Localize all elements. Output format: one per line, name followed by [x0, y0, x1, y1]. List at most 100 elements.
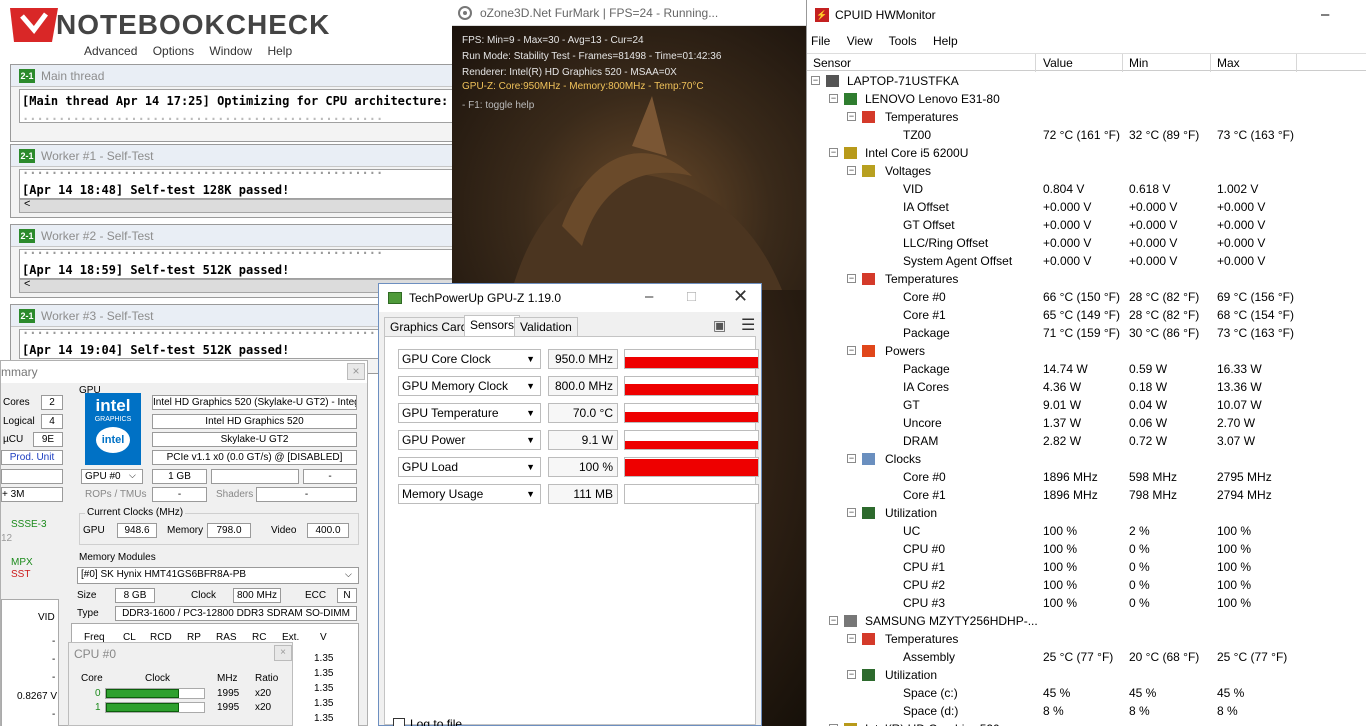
collapse-toggle-icon[interactable]: − [847, 166, 856, 175]
chevron-down-icon[interactable]: ▼ [526, 377, 535, 395]
collapse-toggle-icon[interactable]: − [847, 346, 856, 355]
sensor-row[interactable]: Package 71 °C (159 °F) 30 °C (86 °F) 73 °C … [807, 324, 1366, 342]
collapse-toggle-icon[interactable]: − [847, 634, 856, 643]
column-divider[interactable] [1210, 54, 1211, 72]
sensor-row[interactable]: LLC/Ring Offset +0.000 V +0.000 V +0.000 V [807, 234, 1366, 252]
tab-graphics-card[interactable]: Graphics Card [384, 317, 474, 337]
chevron-down-icon[interactable]: ▼ [526, 350, 535, 368]
cpu0-window[interactable]: CPU #0 × Core Clock MHz Ratio 0 1995 x20… [68, 642, 293, 726]
minimize-icon[interactable]: – [1321, 6, 1329, 23]
sensor-row[interactable]: IA Cores 4.36 W 0.18 W 13.36 W [807, 378, 1366, 396]
sensor-row[interactable]: Core #1 65 °C (149 °F) 28 °C (82 °F) 68 °C … [807, 306, 1366, 324]
sensor-row[interactable]: IA Offset +0.000 V +0.000 V +0.000 V [807, 198, 1366, 216]
sensor-row[interactable]: Uncore 1.37 W 0.06 W 2.70 W [807, 414, 1366, 432]
sensor-name-dropdown[interactable]: GPU Core Clock ▼ [398, 349, 541, 369]
chevron-down-icon[interactable]: ▼ [526, 404, 535, 422]
sensor-row[interactable]: Core #0 66 °C (150 °F) 28 °C (82 °F) 69 °C … [807, 288, 1366, 306]
hamburger-menu-icon[interactable]: ☰ [741, 315, 755, 335]
sensor-row[interactable]: Package 14.74 W 0.59 W 16.33 W [807, 360, 1366, 378]
sensor-row[interactable]: UC 100 % 2 % 100 % [807, 522, 1366, 540]
column-divider[interactable] [1122, 54, 1123, 72]
worker2-titlebar[interactable]: 2-1 Worker #2 - Self-Test [11, 225, 454, 247]
tree-node-row[interactable]: − Utilization [807, 504, 1366, 522]
chevron-down-icon[interactable]: ▼ [526, 431, 535, 449]
furmark-titlebar[interactable]: oZone3D.Net FurMark | FPS=24 - Running..… [452, 0, 806, 26]
sensor-name-dropdown[interactable]: Memory Usage ▼ [398, 484, 541, 504]
scroll-left-icon[interactable]: < [24, 278, 30, 290]
tree-node-row[interactable]: − Clocks [807, 450, 1366, 468]
sensor-row[interactable]: Core #1 1896 MHz 798 MHz 2794 MHz [807, 486, 1366, 504]
tree-node-row[interactable]: −Intel(R) HD Graphics 520 [807, 720, 1366, 726]
maximize-icon[interactable]: □ [687, 288, 696, 305]
column-value[interactable]: Value [1043, 56, 1073, 70]
sensor-row[interactable]: TZ00 72 °C (161 °F) 32 °C (89 °F) 73 °C (16… [807, 126, 1366, 144]
furmark-window[interactable]: oZone3D.Net FurMark | FPS=24 - Running..… [452, 0, 806, 290]
sensor-row[interactable]: CPU #0 100 % 0 % 100 % [807, 540, 1366, 558]
sensor-name-dropdown[interactable]: GPU Load ▼ [398, 457, 541, 477]
gpuz-titlebar[interactable]: TechPowerUp GPU-Z 1.19.0 – □ ✕ [379, 284, 761, 312]
collapse-toggle-icon[interactable]: − [847, 274, 856, 283]
prod-unit-button[interactable]: Prod. Unit [1, 450, 63, 465]
tree-node-row[interactable]: − Voltages [807, 162, 1366, 180]
module-select-dropdown[interactable]: [#0] SK Hynix HMT41GS6BFR8A-PB [77, 567, 359, 584]
tab-sensors[interactable]: Sensors [464, 315, 521, 337]
column-min[interactable]: Min [1129, 56, 1148, 70]
summary-titlebar[interactable]: mmary × [1, 361, 367, 383]
sensor-row[interactable]: System Agent Offset +0.000 V +0.000 V +0.00… [807, 252, 1366, 270]
menu-advanced[interactable]: Advanced [84, 44, 137, 58]
menu-window[interactable]: Window [209, 44, 252, 58]
tree-node-row[interactable]: − Temperatures [807, 630, 1366, 648]
menu-file[interactable]: File [811, 34, 830, 48]
sensor-row[interactable]: CPU #2 100 % 0 % 100 % [807, 576, 1366, 594]
collapse-toggle-icon[interactable]: − [829, 94, 838, 103]
worker1-log[interactable]: ........................................… [19, 169, 454, 199]
sensor-row[interactable]: Space (c:) 45 % 45 % 45 % [807, 684, 1366, 702]
collapse-toggle-icon[interactable]: − [811, 76, 820, 85]
column-divider[interactable] [1035, 54, 1036, 72]
sensor-row[interactable]: GT 9.01 W 0.04 W 10.07 W [807, 396, 1366, 414]
menu-tools[interactable]: Tools [889, 34, 917, 48]
tree-node-row[interactable]: − Intel Core i5 6200U [807, 144, 1366, 162]
chevron-down-icon[interactable]: ▼ [526, 485, 535, 503]
main-thread-titlebar[interactable]: 2-1 Main thread [11, 65, 454, 87]
collapse-toggle-icon[interactable]: − [847, 112, 856, 121]
collapse-toggle-icon[interactable]: − [847, 454, 856, 463]
sensor-row[interactable]: CPU #3 100 % 0 % 100 % [807, 594, 1366, 612]
collapse-toggle-icon[interactable]: − [847, 508, 856, 517]
menu-help[interactable]: Help [267, 44, 292, 58]
column-max[interactable]: Max [1217, 56, 1240, 70]
tree-node-row[interactable]: − Temperatures [807, 270, 1366, 288]
menu-view[interactable]: View [847, 34, 873, 48]
hwmonitor-titlebar[interactable]: ⚡ CPUID HWMonitor – [807, 0, 1366, 30]
close-icon[interactable]: ✕ [733, 286, 748, 307]
tree-node-row[interactable]: − LENOVO Lenovo E31-80 [807, 90, 1366, 108]
worker1-titlebar[interactable]: 2-1 Worker #1 - Self-Test [11, 145, 454, 167]
sensor-row[interactable]: Space (d:) 8 % 8 % 8 % [807, 702, 1366, 720]
menu-options[interactable]: Options [153, 44, 194, 58]
tree-node-row[interactable]: − LAPTOP-71USTFKA [807, 72, 1366, 90]
sensor-name-dropdown[interactable]: GPU Power ▼ [398, 430, 541, 450]
collapse-toggle-icon[interactable]: − [847, 670, 856, 679]
sensor-row[interactable]: Core #0 1896 MHz 598 MHz 2795 MHz [807, 468, 1366, 486]
gpuz-window[interactable]: TechPowerUp GPU-Z 1.19.0 – □ ✕ Graphics … [378, 283, 762, 726]
menu-help[interactable]: Help [933, 34, 958, 48]
collapse-toggle-icon[interactable]: − [829, 148, 838, 157]
sensor-name-dropdown[interactable]: GPU Temperature ▼ [398, 403, 541, 423]
chevron-down-icon[interactable]: ⌵ [129, 470, 136, 481]
sensor-row[interactable]: DRAM 2.82 W 0.72 W 3.07 W [807, 432, 1366, 450]
sensor-row[interactable]: CPU #1 100 % 0 % 100 % [807, 558, 1366, 576]
close-icon[interactable]: × [274, 645, 292, 661]
main-thread-window[interactable]: 2-1 Main thread [Main thread Apr 14 17:25… [10, 64, 455, 142]
log-to-file-checkbox[interactable] [393, 718, 405, 726]
sensor-row[interactable]: Assembly 25 °C (77 °F) 20 °C (68 °F) 25 °C … [807, 648, 1366, 666]
scroll-left-icon[interactable]: < [24, 198, 30, 210]
worker2-log[interactable]: ........................................… [19, 249, 454, 279]
tree-node-row[interactable]: − SAMSUNG MZYTY256HDHP-... [807, 612, 1366, 630]
tab-validation[interactable]: Validation [514, 317, 578, 337]
tree-node-row[interactable]: − Temperatures [807, 108, 1366, 126]
sensor-row[interactable]: GT Offset +0.000 V +0.000 V +0.000 V [807, 216, 1366, 234]
tree-node-row[interactable]: − Utilization [807, 666, 1366, 684]
collapse-toggle-icon[interactable]: − [829, 616, 838, 625]
column-divider[interactable] [1296, 54, 1297, 72]
main-thread-log[interactable]: [Main thread Apr 14 17:25] Optimizing fo… [19, 89, 454, 123]
